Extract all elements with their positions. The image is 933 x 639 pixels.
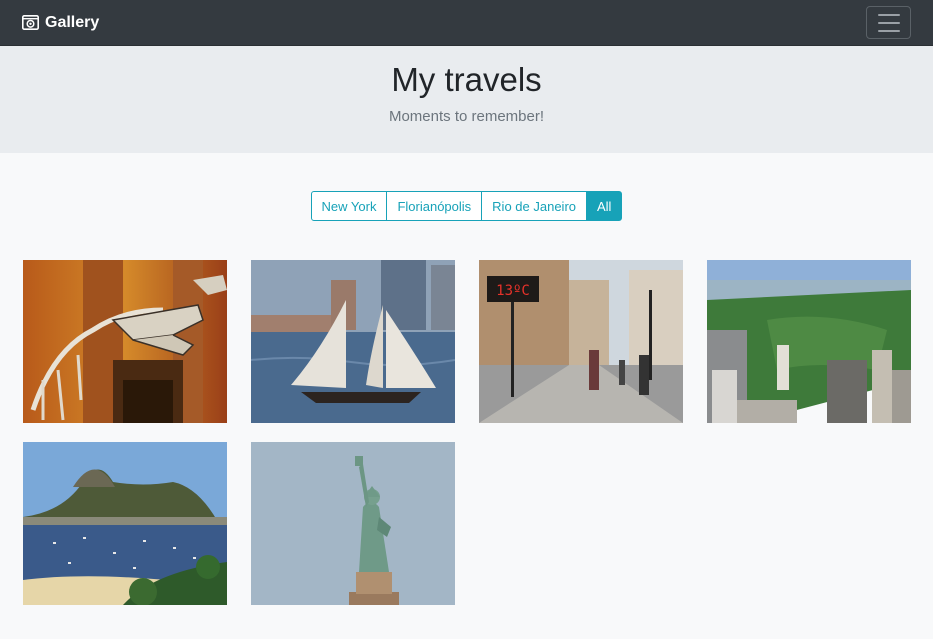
brand-link[interactable]: Gallery	[22, 14, 99, 32]
hamburger-line	[877, 21, 900, 24]
jumbotron: My travels Moments to remember!	[0, 46, 933, 153]
page-title: My travels	[391, 61, 542, 98]
hamburger-icon	[877, 13, 900, 16]
page-subtitle: Moments to remember!	[388, 108, 545, 126]
photo-central-park[interactable]	[707, 260, 911, 423]
brand-label: Gallery	[45, 13, 100, 31]
photo-street-thermometer[interactable]: 13ºC	[479, 260, 683, 423]
hamburger-line	[877, 29, 900, 32]
navbar: Gallery	[0, 0, 933, 46]
photo-sugarloaf[interactable]	[23, 442, 227, 605]
filter-all-button[interactable]: All	[586, 191, 623, 221]
filter-button-group: New York Florianópolis Rio de Janeiro Al…	[0, 191, 933, 221]
filter-new-york-button[interactable]: New York	[310, 191, 388, 221]
photo-sailboat[interactable]	[251, 260, 455, 423]
camera-icon	[22, 15, 39, 30]
navbar-toggle-button[interactable]	[866, 6, 911, 39]
filter-rio-de-janeiro-button[interactable]: Rio de Janeiro	[481, 191, 587, 221]
thermometer-reading: 13ºC	[496, 283, 530, 299]
photo-statue-of-liberty[interactable]	[251, 442, 455, 605]
filter-florianopolis-button[interactable]: Florianópolis	[386, 191, 483, 221]
photo-dinosaur[interactable]	[23, 260, 227, 423]
